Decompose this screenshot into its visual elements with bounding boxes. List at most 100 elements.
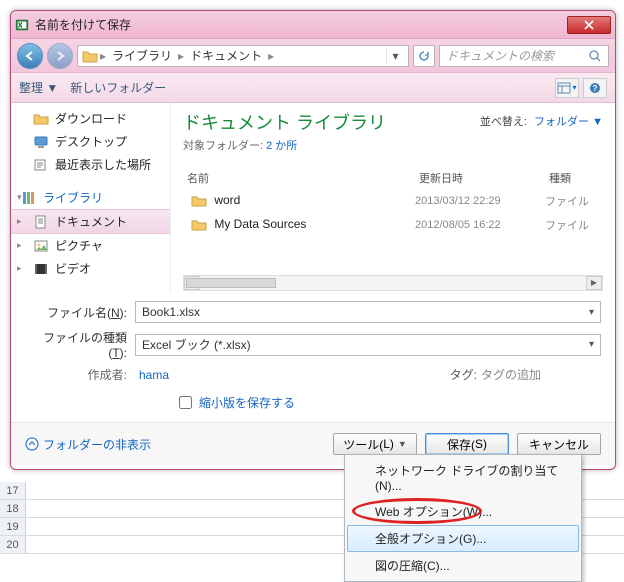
dropdown-icon[interactable]: ▾ [589, 307, 594, 318]
col-name[interactable]: 名前 [183, 167, 415, 189]
dropdown-icon[interactable]: ▾ [589, 339, 594, 350]
back-button[interactable] [17, 43, 43, 69]
desktop-icon [33, 134, 49, 150]
sidebar-item-label: デスクトップ [55, 133, 127, 150]
new-folder-button[interactable]: 新しいフォルダー [70, 79, 166, 96]
col-type[interactable]: 種類 [545, 167, 605, 189]
folder-icon [191, 193, 207, 209]
item-type: ファイル [541, 215, 601, 235]
search-placeholder: ドキュメントの検索 [446, 47, 554, 64]
tag-input[interactable]: タグの追加 [481, 366, 541, 383]
svg-text:?: ? [593, 84, 598, 93]
expand-icon[interactable]: ▸ [17, 263, 22, 274]
chevron-up-icon [25, 437, 39, 451]
search-icon [588, 49, 602, 63]
list-item[interactable]: My Data Sources 2012/08/05 16:22 ファイル [183, 213, 605, 237]
hide-folders-link[interactable]: フォルダーの非表示 [25, 436, 151, 453]
tag-label: タグ: [450, 366, 481, 383]
sidebar-item-pictures[interactable]: ▸ ピクチャ [11, 234, 170, 257]
nav-row: ▸ ライブラリ ▸ ドキュメント ▸ ▾ ドキュメントの検索 [11, 39, 615, 73]
address-dropdown[interactable]: ▾ [386, 49, 404, 63]
sidebar-item-downloads[interactable]: ダウンロード [11, 107, 170, 130]
horizontal-scrollbar[interactable]: ◀ ▶ [183, 275, 603, 291]
sidebar-item-label: ダウンロード [55, 110, 127, 127]
list-item[interactable]: word 2013/03/12 22:29 ファイル [183, 189, 605, 213]
folder-icon [82, 49, 98, 63]
sidebar-item-videos[interactable]: ▸ ビデオ [11, 257, 170, 280]
menu-item-compress-pictures[interactable]: 図の圧縮(C)... [347, 552, 579, 579]
titlebar[interactable]: 名前を付けて保存 [11, 11, 615, 39]
video-icon [33, 261, 49, 277]
sidebar-item-label: ドキュメント [55, 213, 127, 230]
filetype-label: ファイルの種類(T): [25, 329, 135, 360]
sidebar-item-label: ライブラリ [43, 189, 103, 206]
filename-input[interactable]: Book1.xlsx ▾ [135, 301, 601, 323]
sidebar-item-desktop[interactable]: デスクトップ [11, 130, 170, 153]
help-button[interactable]: ? [583, 78, 607, 98]
folder-icon [191, 217, 207, 233]
form-area: ファイル名(N): Book1.xlsx ▾ ファイルの種類(T): Excel… [11, 293, 615, 422]
library-icon [21, 190, 37, 206]
recent-icon [33, 157, 49, 173]
expand-icon[interactable]: ▸ [17, 216, 22, 227]
address-bar[interactable]: ▸ ライブラリ ▸ ドキュメント ▸ ▾ [77, 45, 409, 67]
dropdown-icon: ▼ [398, 439, 407, 449]
sidebar-group-libraries[interactable]: ▾ ライブラリ [11, 186, 170, 209]
item-name: word [214, 193, 240, 207]
folder-icon [33, 111, 49, 127]
menu-item-map-drive[interactable]: ネットワーク ドライブの割り当て(N)... [347, 457, 579, 498]
breadcrumb-seg[interactable]: ライブラリ [108, 47, 176, 64]
column-headers[interactable]: 名前 更新日時 種類 [183, 167, 605, 189]
view-button[interactable]: ▾ [555, 78, 579, 98]
sidebar-item-label: ピクチャ [55, 237, 103, 254]
breadcrumb-sep: ▸ [98, 49, 108, 63]
toolbar: 整理 ▼ 新しいフォルダー ▾ ? [11, 73, 615, 103]
sidebar-item-recent[interactable]: 最近表示した場所 [11, 153, 170, 176]
breadcrumb-seg[interactable]: ドキュメント [186, 47, 266, 64]
cancel-button[interactable]: キャンセル [517, 433, 601, 455]
author-value[interactable]: hama [139, 368, 169, 382]
expand-icon[interactable]: ▸ [17, 240, 22, 251]
row-header[interactable]: 18 [0, 500, 26, 517]
author-label: 作成者: [25, 366, 135, 383]
row-header[interactable]: 19 [0, 518, 26, 535]
row-header[interactable]: 17 [0, 482, 26, 499]
save-button[interactable]: 保存(S) [425, 433, 509, 455]
filetype-select[interactable]: Excel ブック (*.xlsx) ▾ [135, 334, 601, 356]
thumbnail-checkbox[interactable]: 縮小版を保存する [175, 393, 601, 412]
nav-tree[interactable]: ダウンロード デスクトップ 最近表示した場所 ▾ ライブラリ ▸ ドキュメント [11, 103, 171, 293]
scroll-thumb[interactable] [186, 278, 276, 288]
search-input[interactable]: ドキュメントの検索 [439, 45, 609, 67]
tools-button[interactable]: ツール(L) ▼ [333, 433, 417, 455]
sort-by[interactable]: 並べ替え: フォルダー ▼ [480, 113, 603, 129]
tools-dropdown-menu: ネットワーク ドライブの割り当て(N)... Web オプション(W)... 全… [344, 454, 582, 582]
thumbnail-checkbox-input[interactable] [179, 396, 192, 409]
close-button[interactable] [567, 16, 611, 34]
forward-button[interactable] [47, 43, 73, 69]
menu-item-web-options[interactable]: Web オプション(W)... [347, 498, 579, 525]
organize-button[interactable]: 整理 ▼ [19, 79, 58, 96]
document-icon [33, 214, 49, 230]
library-subtitle: 対象フォルダー: 2 か所 [183, 137, 605, 153]
item-name: My Data Sources [214, 217, 306, 231]
breadcrumb-sep: ▸ [266, 49, 276, 63]
menu-item-general-options[interactable]: 全般オプション(G)... [347, 525, 579, 552]
file-list-pane: ドキュメント ライブラリ 対象フォルダー: 2 か所 並べ替え: フォルダー ▼… [171, 103, 615, 293]
filename-label: ファイル名(N): [25, 304, 135, 321]
item-type: ファイル [541, 191, 601, 211]
window-title: 名前を付けて保存 [35, 16, 565, 33]
scroll-right-button[interactable]: ▶ [586, 276, 602, 290]
library-locations-link[interactable]: 2 か所 [266, 140, 297, 152]
sidebar-item-documents[interactable]: ▸ ドキュメント [11, 209, 170, 234]
picture-icon [33, 238, 49, 254]
sidebar-item-label: 最近表示した場所 [55, 156, 151, 173]
col-date[interactable]: 更新日時 [415, 167, 545, 189]
save-as-dialog: 名前を付けて保存 ▸ ライブラリ ▸ ドキュメント ▸ ▾ ドキュメントの検 [10, 10, 616, 470]
sidebar-item-label: ビデオ [55, 260, 91, 277]
app-icon [15, 18, 29, 32]
expand-icon[interactable]: ▾ [17, 192, 22, 203]
breadcrumb-sep: ▸ [176, 49, 186, 63]
item-date: 2013/03/12 22:29 [411, 193, 541, 209]
refresh-button[interactable] [413, 45, 435, 67]
row-header[interactable]: 20 [0, 536, 26, 553]
